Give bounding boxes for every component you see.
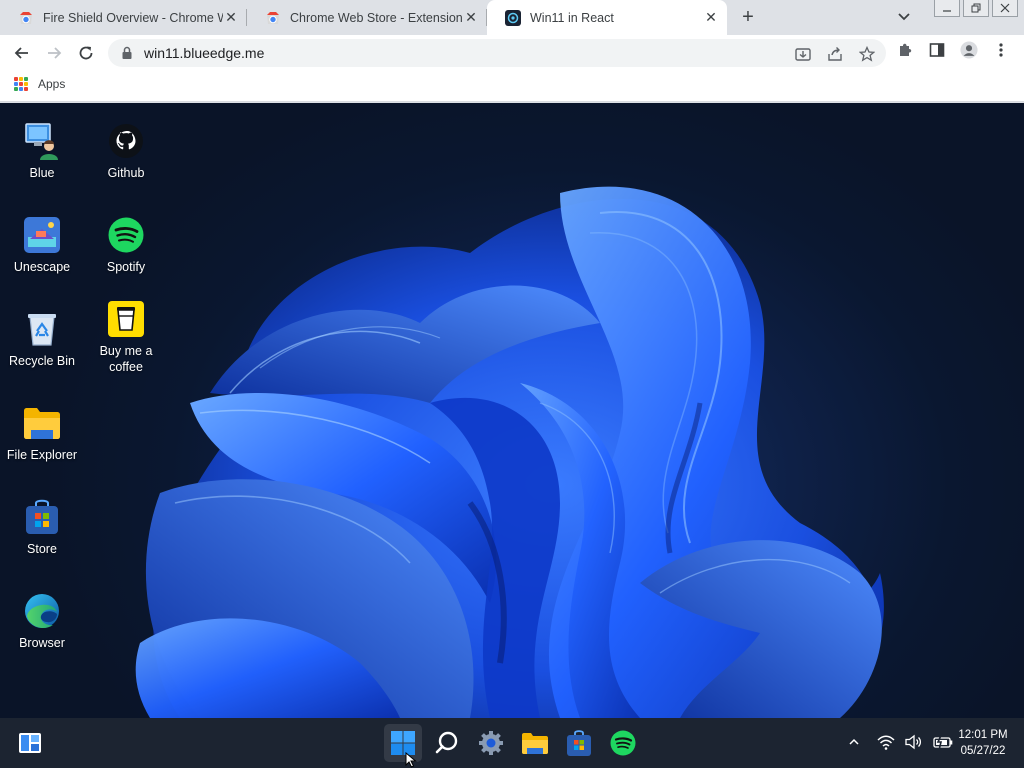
new-tab-button[interactable]: +: [736, 6, 760, 28]
tab-search-chevron-icon[interactable]: [895, 9, 913, 25]
widgets-icon: [19, 733, 41, 753]
system-tray: [846, 732, 954, 752]
close-tab-icon[interactable]: ✕: [703, 9, 719, 26]
spotify-taskbar-button[interactable]: [604, 724, 642, 762]
clock-time: 12:01 PM: [958, 729, 1008, 741]
user-computer-icon: [22, 121, 62, 161]
desktop-icon-label: Store: [27, 542, 57, 556]
search-icon: [435, 731, 458, 754]
clock[interactable]: 12:01 PM 05/27/22: [952, 727, 1014, 759]
store-button[interactable]: [560, 724, 598, 762]
spotify-icon: [106, 215, 146, 255]
profile-avatar-icon[interactable]: [960, 41, 978, 59]
settings-button[interactable]: [472, 724, 510, 762]
extensions-puzzle-icon[interactable]: [896, 41, 914, 59]
mouse-cursor-icon: [405, 752, 417, 768]
bookmark-star-icon[interactable]: [858, 45, 876, 63]
desktop-icon-blue[interactable]: Blue: [0, 121, 84, 181]
arrow-right-icon: [48, 47, 62, 59]
desktop-icon-browser[interactable]: Browser: [0, 591, 84, 651]
desktop-icon-label: File Explorer: [6, 448, 78, 462]
github-icon: [106, 121, 146, 161]
close-icon: [1000, 3, 1010, 13]
desktop-icon-label: Spotify: [106, 260, 146, 274]
clock-date: 05/27/22: [960, 745, 1006, 757]
restore-icon: [971, 3, 981, 13]
file-explorer-icon: [522, 733, 548, 754]
apps-grid-icon: [14, 77, 28, 91]
desktop-icon-github[interactable]: Github: [84, 121, 168, 181]
install-app-icon[interactable]: [794, 45, 812, 63]
wifi-icon: [877, 735, 895, 750]
react-app-icon: [505, 9, 521, 26]
tab-title: Fire Shield Overview - Chrome W: [43, 10, 223, 25]
desktop-icon-label: Browser: [19, 636, 65, 650]
url-text[interactable]: win11.blueedge.me: [144, 45, 264, 61]
file-explorer-button[interactable]: [516, 724, 554, 762]
more-vertical-icon[interactable]: [992, 41, 1010, 59]
widgets-button[interactable]: [18, 731, 42, 755]
lock-icon[interactable]: [120, 46, 134, 60]
store-icon: [567, 730, 591, 756]
battery-charging-icon: [933, 735, 953, 749]
reload-button[interactable]: [74, 41, 98, 65]
desktop-icon-buy-me-a-coffee[interactable]: Buy me a coffee: [84, 299, 168, 376]
search-button[interactable]: [428, 724, 466, 762]
wifi-button[interactable]: [876, 732, 896, 752]
settings-icon: [479, 731, 503, 755]
tab-title: Win11 in React: [530, 10, 614, 25]
desktop-icon-label: Github: [107, 166, 145, 180]
desktop-icon-file-explorer[interactable]: File Explorer: [0, 403, 84, 463]
desktop[interactable]: Blue Unescape Recycle Bin File Explorer …: [0, 103, 1024, 718]
battery-button[interactable]: [932, 732, 954, 752]
share-icon[interactable]: [826, 45, 844, 63]
apps-label: Apps: [38, 77, 66, 91]
show-hidden-icons-button[interactable]: [846, 732, 862, 752]
windows-bloom-wallpaper: [135, 186, 884, 718]
close-tab-icon[interactable]: ✕: [223, 9, 239, 26]
tab-fire-shield[interactable]: Fire Shield Overview - Chrome W ✕: [0, 0, 247, 35]
window-controls: [931, 0, 1018, 17]
minimize-icon: [943, 10, 951, 12]
address-bar[interactable]: win11.blueedge.me: [108, 39, 886, 67]
side-panel-icon[interactable]: [928, 41, 946, 59]
chevron-up-icon: [849, 738, 859, 745]
speaker-icon: [905, 734, 922, 750]
taskbar: 12:01 PM 05/27/22: [0, 718, 1024, 768]
desktop-icon-label: Buy me a coffee: [99, 344, 153, 375]
folder-icon: [22, 403, 62, 443]
coffee-cup-icon: [106, 299, 146, 339]
back-button[interactable]: [10, 41, 34, 65]
desktop-icon-label: Recycle Bin: [9, 354, 75, 368]
close-tab-icon[interactable]: ✕: [463, 9, 479, 26]
desktop-icon-label: Unescape: [13, 260, 71, 274]
recycle-bin-icon: [22, 309, 62, 349]
volume-button[interactable]: [904, 732, 924, 752]
desktop-icon-unescape[interactable]: Unescape: [0, 215, 84, 275]
desktop-icon-label: Blue: [29, 166, 55, 180]
chrome-web-store-icon: [267, 11, 279, 24]
reload-icon: [79, 46, 93, 60]
tab-strip: Fire Shield Overview - Chrome W ✕ Chrome…: [0, 0, 1024, 35]
store-icon: [22, 497, 62, 537]
desktop-icon-recycle-bin[interactable]: Recycle Bin: [0, 309, 84, 369]
bookmark-apps[interactable]: Apps: [14, 77, 65, 91]
spotify-icon: [610, 730, 636, 756]
minimize-button[interactable]: [934, 0, 960, 17]
unescape-icon: [22, 215, 62, 255]
tab-win11-in-react[interactable]: Win11 in React ✕: [487, 0, 727, 35]
desktop-icon-store[interactable]: Store: [0, 497, 84, 557]
bookmarks-bar: Apps: [0, 71, 1024, 102]
arrow-left-icon: [14, 47, 28, 59]
chrome-web-store-icon: [20, 11, 32, 24]
tab-title: Chrome Web Store - Extensions: [290, 10, 463, 25]
taskbar-apps: [384, 724, 642, 762]
edge-icon: [22, 591, 62, 631]
close-window-button[interactable]: [992, 0, 1018, 17]
forward-button[interactable]: [42, 41, 66, 65]
browser-toolbar: win11.blueedge.me: [0, 35, 1024, 71]
desktop-icon-spotify[interactable]: Spotify: [84, 215, 168, 275]
tab-chrome-web-store[interactable]: Chrome Web Store - Extensions ✕: [247, 0, 487, 35]
restore-button[interactable]: [963, 0, 989, 17]
